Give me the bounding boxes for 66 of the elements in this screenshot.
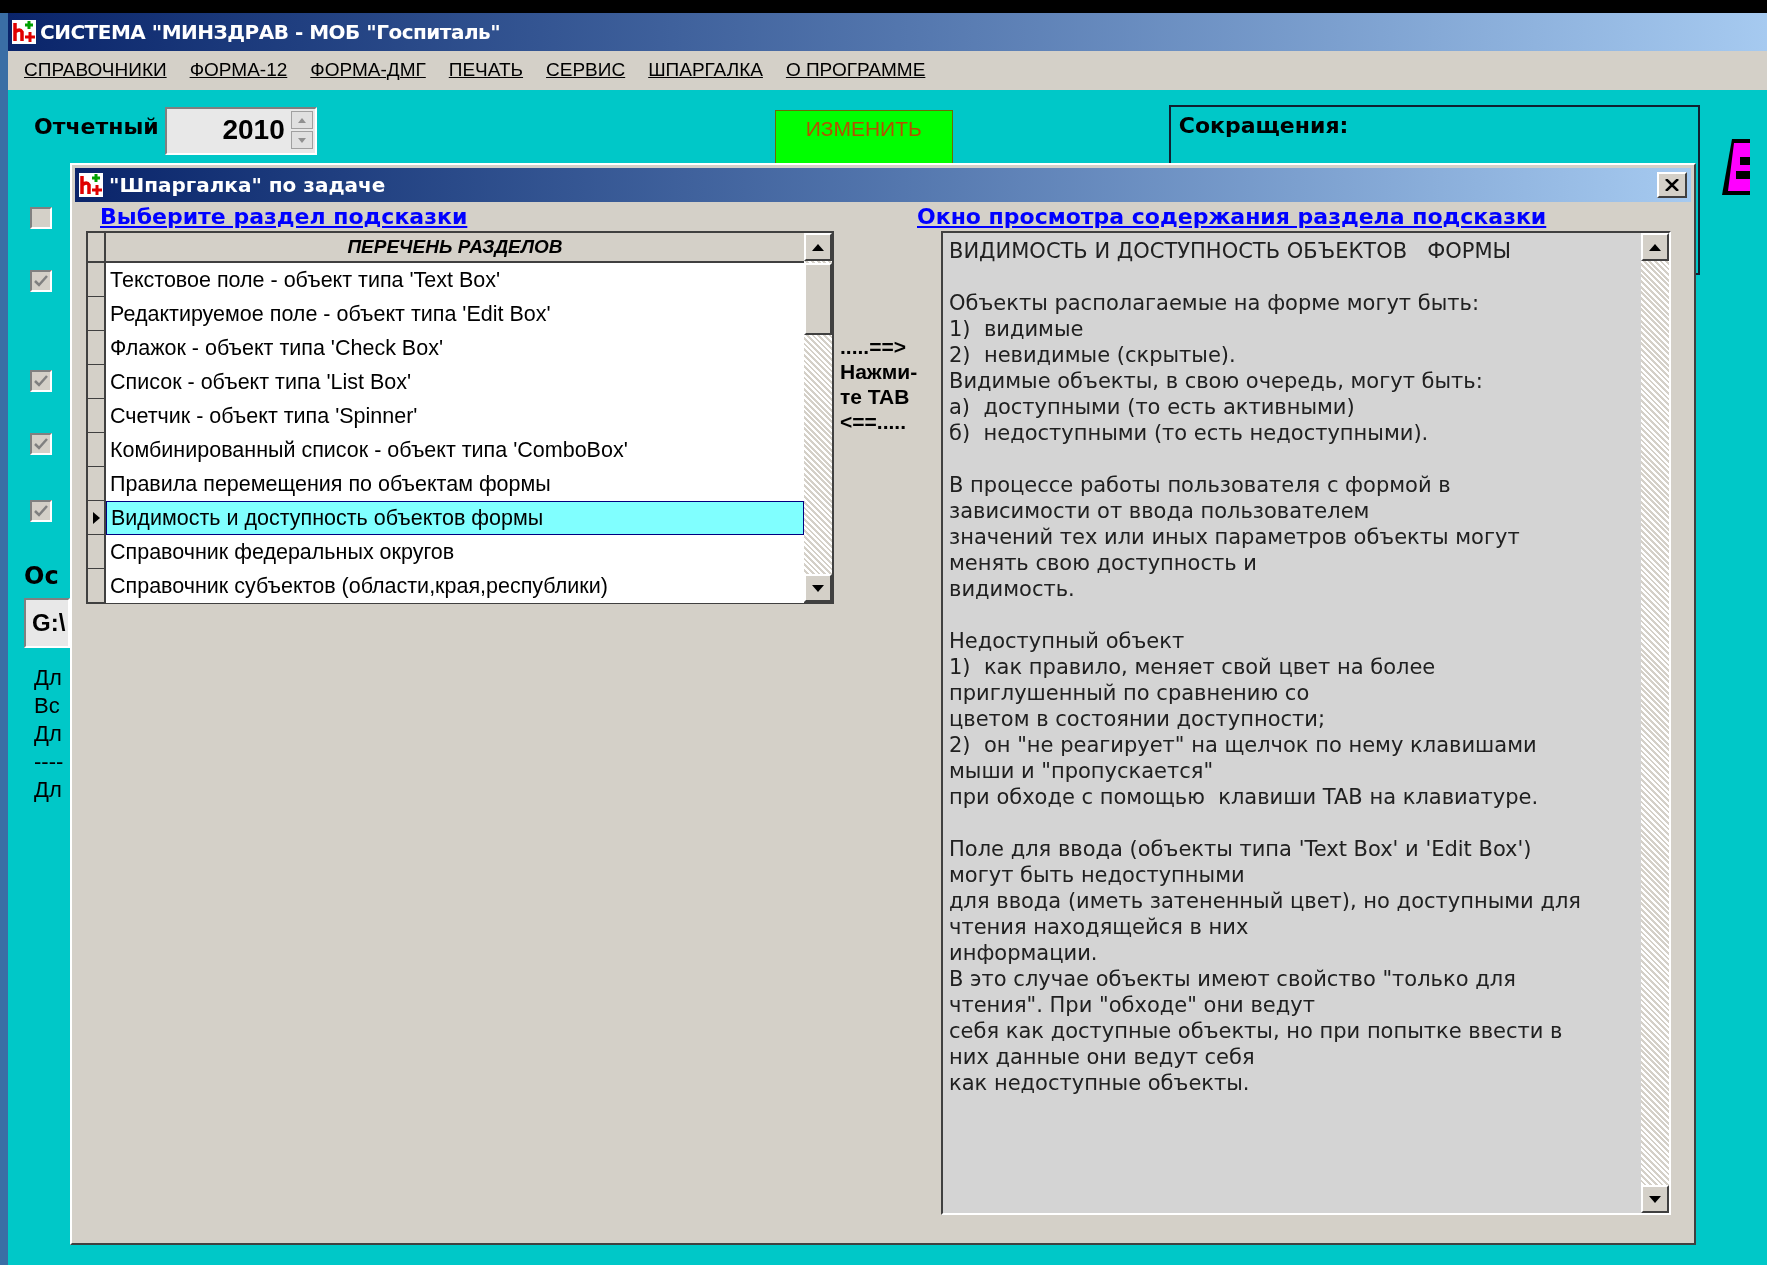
down-arrow-icon bbox=[812, 584, 824, 592]
scroll-down-button[interactable] bbox=[1641, 1185, 1669, 1213]
menu-item[interactable]: ШПАРГАЛКА bbox=[648, 56, 763, 85]
scroll-up-button[interactable] bbox=[804, 233, 832, 261]
app-logo-icon bbox=[12, 20, 36, 44]
content-view-link[interactable]: Окно просмотра содержания раздела подсказки bbox=[917, 204, 1671, 230]
year-label: Отчетный bbox=[34, 113, 159, 141]
menu-item[interactable]: О ПРОГРАММЕ bbox=[785, 56, 926, 85]
note-text: Вс bbox=[34, 692, 61, 720]
checkmark-icon bbox=[34, 275, 48, 287]
menu-item[interactable]: ФОРМА-12 bbox=[189, 56, 288, 85]
dialog-title: "Шпаргалка" по задаче bbox=[109, 172, 386, 199]
row-selector[interactable] bbox=[88, 331, 106, 365]
row-selector[interactable] bbox=[88, 297, 106, 331]
menu-item[interactable]: СПРАВОЧНИКИ bbox=[24, 56, 167, 85]
help-paragraph: Поле для ввода (объекты типа 'Text Box' и 'Edit Box') могут быть недоступными для ввода (иметь затененный цвет), но доступными для чтения находящейся в них информации. В это случае объекты имеют свойство "только для чтения". При "обходе" они ведут себя как доступные объекты, но при попытке ввести в них данные они ведут себя как недоступные объекты. bbox=[949, 836, 1582, 1096]
checkbox[interactable] bbox=[30, 370, 52, 392]
checkmark-icon bbox=[34, 505, 48, 517]
help-paragraph: В процессе работы пользователя с формой в зависимости от ввода пользователем значений тех или иных параметров объекты могут менять свою доступность и видимость. bbox=[949, 472, 1521, 602]
spin-up-icon[interactable] bbox=[290, 111, 313, 129]
window-title: СИСТЕМА "МИНЗДРАВ - МОБ "Госпиталь" bbox=[40, 19, 501, 46]
list-header: ПЕРЕЧЕНЬ РАЗДЕЛОВ bbox=[88, 233, 804, 263]
menu-item[interactable]: ФОРМА-ДМГ bbox=[310, 56, 426, 85]
checkbox[interactable] bbox=[30, 433, 52, 455]
help-heading: ВИДИМОСТЬ И ДОСТУПНОСТЬ ОБЪЕКТОВ ФОРМЫ bbox=[949, 238, 1513, 264]
checkmark-icon bbox=[34, 438, 48, 450]
note-text: Дл bbox=[34, 720, 63, 748]
content-scrollbar[interactable] bbox=[1641, 233, 1669, 1213]
scroll-up-button[interactable] bbox=[1641, 233, 1669, 261]
note-text: Дл bbox=[34, 664, 63, 692]
row-selector[interactable] bbox=[88, 365, 106, 399]
up-arrow-icon bbox=[1649, 243, 1661, 251]
section-select-link[interactable]: Выберите раздел подсказки bbox=[100, 204, 834, 230]
up-arrow-icon bbox=[812, 243, 824, 251]
path-field[interactable]: G:\ bbox=[24, 598, 70, 648]
row-selector[interactable] bbox=[88, 433, 106, 467]
tab-hint: .....==> Нажми- те TAB <==..... bbox=[840, 334, 919, 434]
scroll-down-button[interactable] bbox=[804, 574, 832, 602]
scroll-thumb[interactable] bbox=[804, 263, 832, 335]
checkbox[interactable] bbox=[30, 270, 52, 292]
year-spinner[interactable]: 2010 bbox=[164, 107, 317, 155]
down-arrow-icon bbox=[1649, 1195, 1661, 1203]
note-text: ---- bbox=[34, 748, 65, 776]
row-selector[interactable] bbox=[88, 569, 106, 603]
note-text: Дл bbox=[34, 776, 63, 804]
close-icon bbox=[1665, 179, 1679, 191]
menu-item[interactable]: ПЕЧАТЬ bbox=[448, 56, 524, 85]
spin-down-icon[interactable] bbox=[290, 131, 313, 149]
list-scrollbar[interactable] bbox=[804, 233, 832, 602]
section-label: Ос bbox=[24, 561, 60, 592]
row-selector[interactable] bbox=[88, 467, 106, 501]
checkbox[interactable] bbox=[30, 500, 52, 522]
list-item[interactable]: Видимость и доступность объектов формы bbox=[106, 501, 804, 535]
row-pointer-icon bbox=[92, 511, 100, 524]
menu-item[interactable]: СЕРВИС bbox=[546, 56, 626, 85]
row-selector[interactable] bbox=[88, 399, 106, 433]
app-logo-icon bbox=[79, 173, 103, 197]
row-selector[interactable] bbox=[88, 501, 106, 535]
close-button[interactable] bbox=[1657, 172, 1687, 198]
help-paragraph: Объекты располагаемые на форме могут быть: 1) видимые 2) невидимые (скрытые). Видимые объекты, в свою очередь, могут быть: а) доступными (то есть активными) б) недоступными (то есть недоступными). bbox=[949, 290, 1484, 446]
checkmark-icon bbox=[34, 375, 48, 387]
checkbox[interactable] bbox=[30, 207, 52, 229]
row-selector[interactable] bbox=[88, 535, 106, 569]
help-paragraph: Недоступный объект 1) как правило, меняет свой цвет на более приглушенный по сравнению со цветом в состоянии доступности; 2) он "не реагирует" на щелчок по нему клавишами мыши и "пропускается" при обходе с помощью клавиши TAB на клавиатуре. bbox=[949, 628, 1540, 810]
row-selector[interactable] bbox=[88, 263, 106, 297]
abbreviations-title: Сокращения: bbox=[1178, 113, 1349, 138]
